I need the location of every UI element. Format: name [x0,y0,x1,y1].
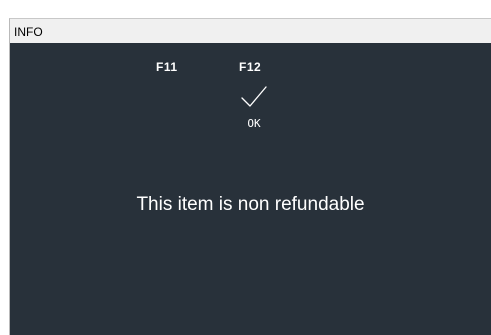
title-bar[interactable]: INFO [10,19,491,43]
f12-key-label: F12 [239,60,262,74]
ok-button[interactable]: OK [232,83,276,139]
dialog-panel: F11 F12 OK This item is non refundable [10,43,491,335]
info-dialog: INFO F11 F12 OK This item is non refunda… [9,18,491,335]
info-message: This item is non refundable [136,194,365,215]
window-title: INFO [14,25,43,39]
f11-key-label: F11 [156,60,178,74]
checkmark-icon [241,86,267,107]
ok-label: OK [247,117,261,130]
